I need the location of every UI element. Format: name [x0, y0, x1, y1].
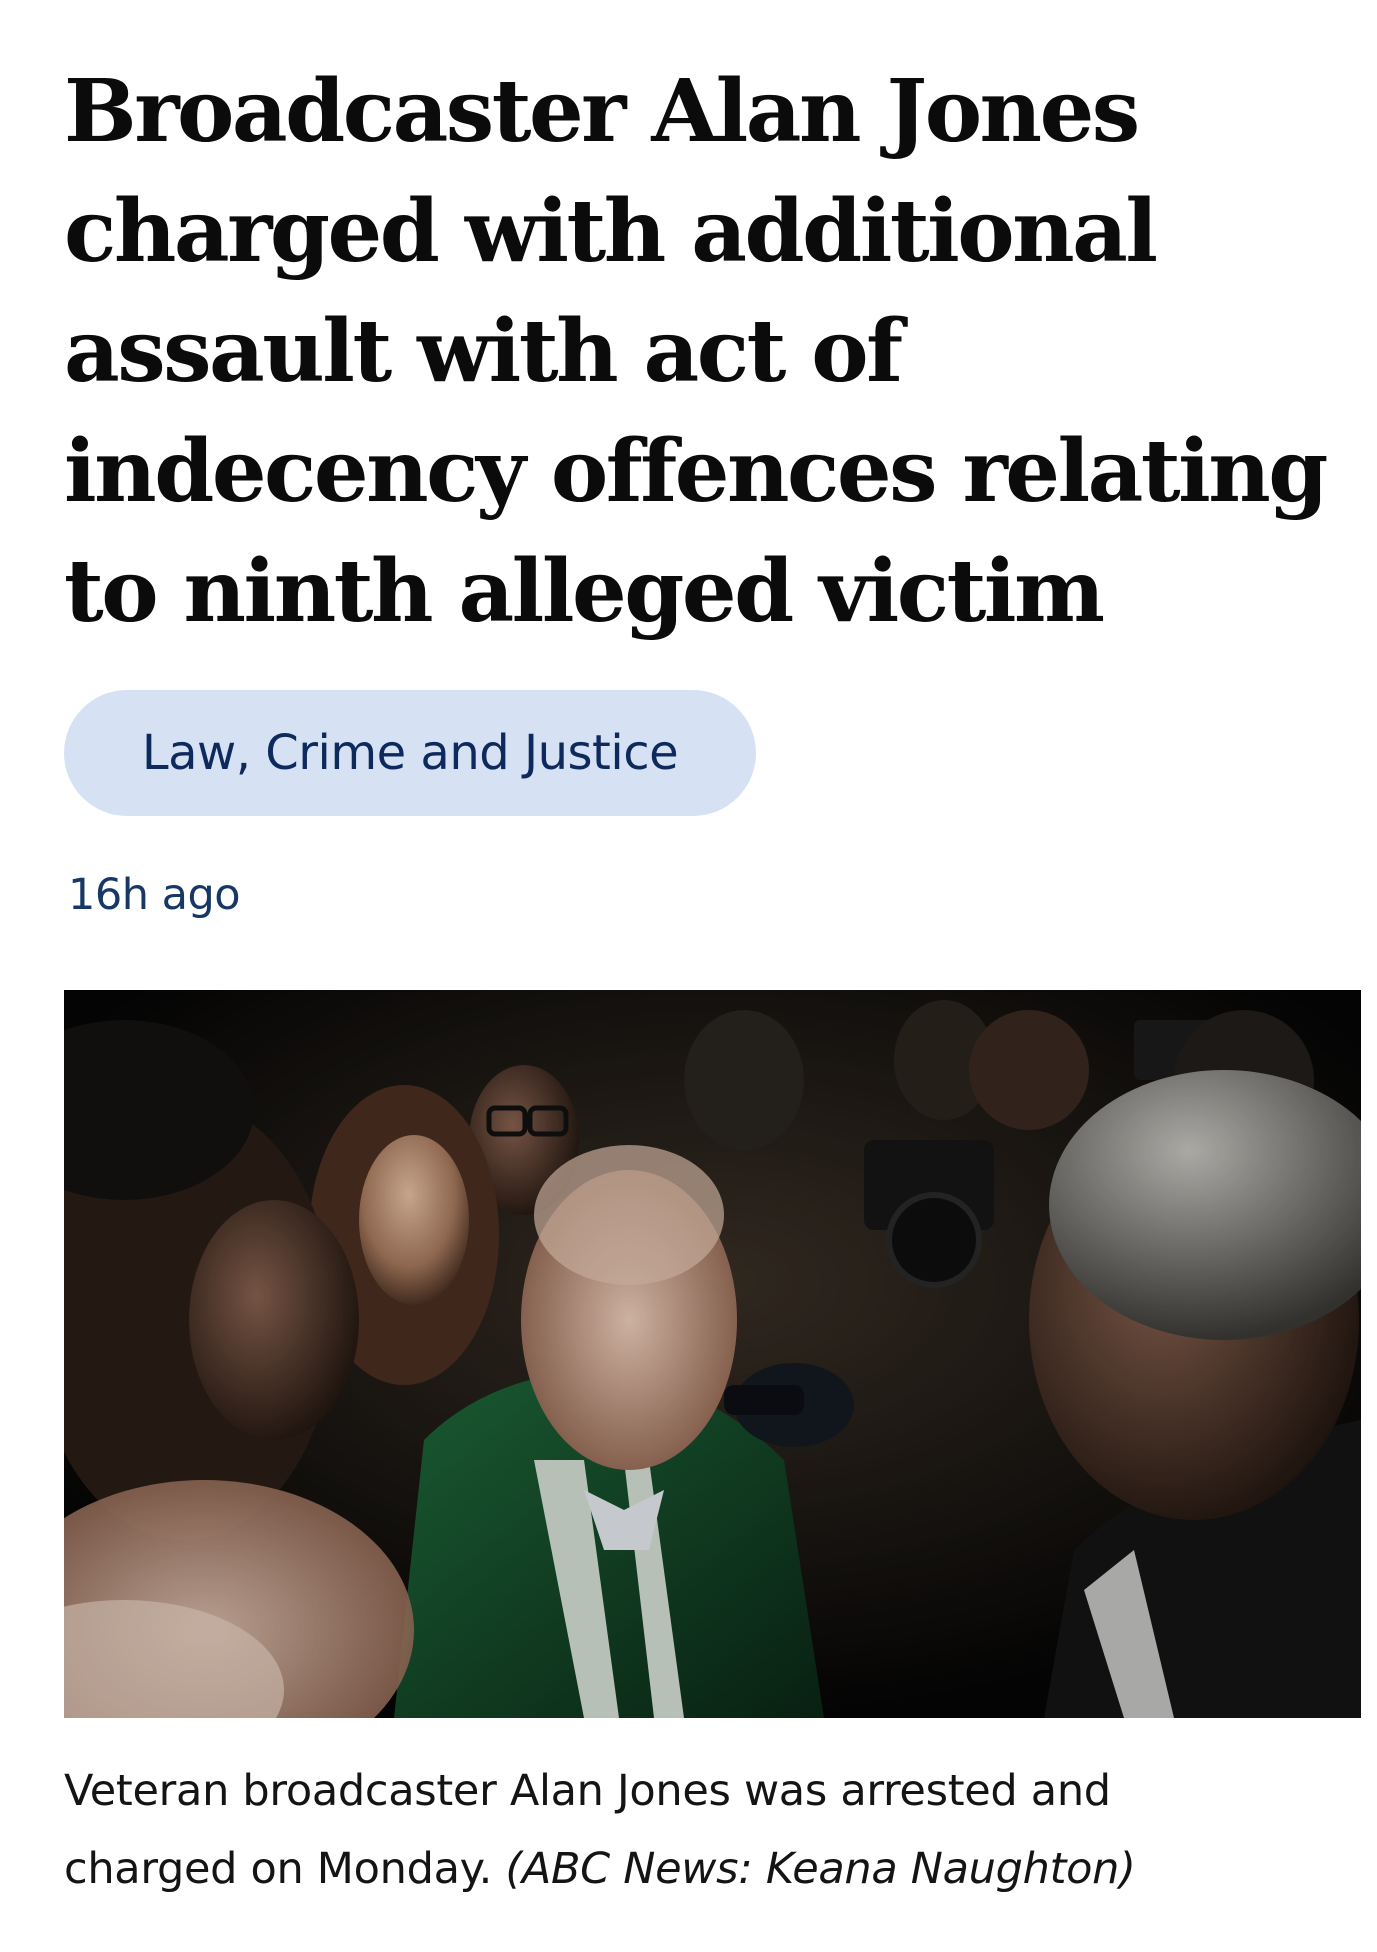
- article-photo: [64, 990, 1361, 1718]
- topic-tag-button[interactable]: Law, Crime and Justice: [64, 690, 756, 816]
- publish-timestamp: 16h ago: [68, 870, 241, 920]
- headline-line: assault with act of: [64, 301, 903, 402]
- photo-image: [64, 990, 1361, 1718]
- caption-line: Veteran broadcaster Alan Jones was arres…: [64, 1766, 1111, 1816]
- headline-line: indecency offences relating: [64, 421, 1328, 522]
- caption-line: charged on Monday. (ABC News: Keana Naug…: [64, 1830, 1324, 1908]
- article-headline: Broadcaster Alan Jones charged with addi…: [64, 52, 1354, 652]
- topic-tag-label: Law, Crime and Justice: [141, 725, 679, 781]
- headline-line: Broadcaster Alan Jones: [64, 61, 1140, 162]
- caption-text: charged on Monday.: [64, 1844, 493, 1894]
- headline-line: charged with additional: [64, 181, 1158, 282]
- photo-caption: Veteran broadcaster Alan Jones was arres…: [64, 1752, 1324, 1908]
- photo-credit: (ABC News: Keana Naughton): [505, 1844, 1136, 1894]
- headline-line: to ninth alleged victim: [64, 541, 1105, 642]
